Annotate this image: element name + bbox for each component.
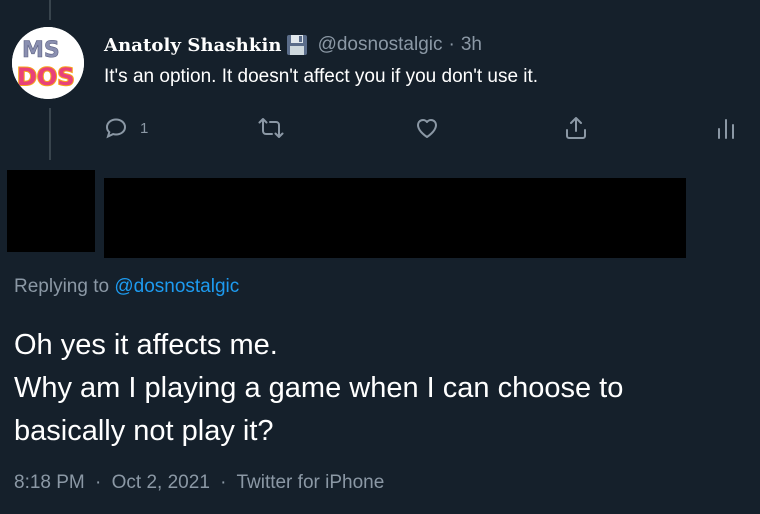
action-bar: 1 [0,112,760,144]
retweet-icon [258,116,284,140]
replying-to-handle[interactable]: @dosnostalgic [114,276,239,297]
main-tweet-line: basically not play it? [14,415,274,447]
like-button[interactable] [414,112,440,144]
reply-tweet-header: Anatoly Shashkin @dosnostalgic · 3h [104,32,482,58]
retweet-button[interactable] [258,112,284,144]
display-name[interactable]: Anatoly Shashkin [104,35,282,56]
replying-to-label: Replying to [14,276,110,297]
tweet-time[interactable]: 3h [461,34,482,56]
meta-separator: · [95,472,102,493]
reply-icon [104,116,128,140]
replying-to: Replying to @dosnostalgic [14,276,239,298]
avatar-letters-bottom: DOS [17,63,75,91]
share-button[interactable] [564,112,588,144]
avatar-image: MS DOS [12,27,84,99]
tweet-metadata: 8:18 PM · Oct 2, 2021 · Twitter for iPho… [14,472,384,494]
reply-tweet-text: It's an option. It doesn't affect you if… [104,66,539,87]
main-tweet-text: Oh yes it affects me. Why am I playing a… [14,324,744,453]
meta-separator: · [220,472,227,493]
reply-button[interactable]: 1 [104,112,148,144]
tweet-source[interactable]: Twitter for iPhone [236,472,384,493]
floppy-disk-icon [286,34,308,56]
reply-count: 1 [140,119,149,137]
header-separator: · [448,34,455,55]
avatar[interactable]: MS DOS [12,27,84,99]
main-tweet-line: Why am I playing a game when I can choos… [14,372,624,404]
tweet-date[interactable]: Oct 2, 2021 [112,472,210,493]
thread-line-top [49,0,51,20]
analytics-button[interactable] [716,112,736,144]
share-icon [564,115,588,141]
analytics-icon [716,116,736,140]
main-tweet-line: Oh yes it affects me. [14,329,278,361]
handle[interactable]: @dosnostalgic [318,34,443,56]
redacted-user-info [104,178,686,258]
tweet-timestamp[interactable]: 8:18 PM [14,472,85,493]
like-icon [414,116,440,140]
redacted-avatar [7,170,95,252]
avatar-letters-top: MS [22,38,60,63]
